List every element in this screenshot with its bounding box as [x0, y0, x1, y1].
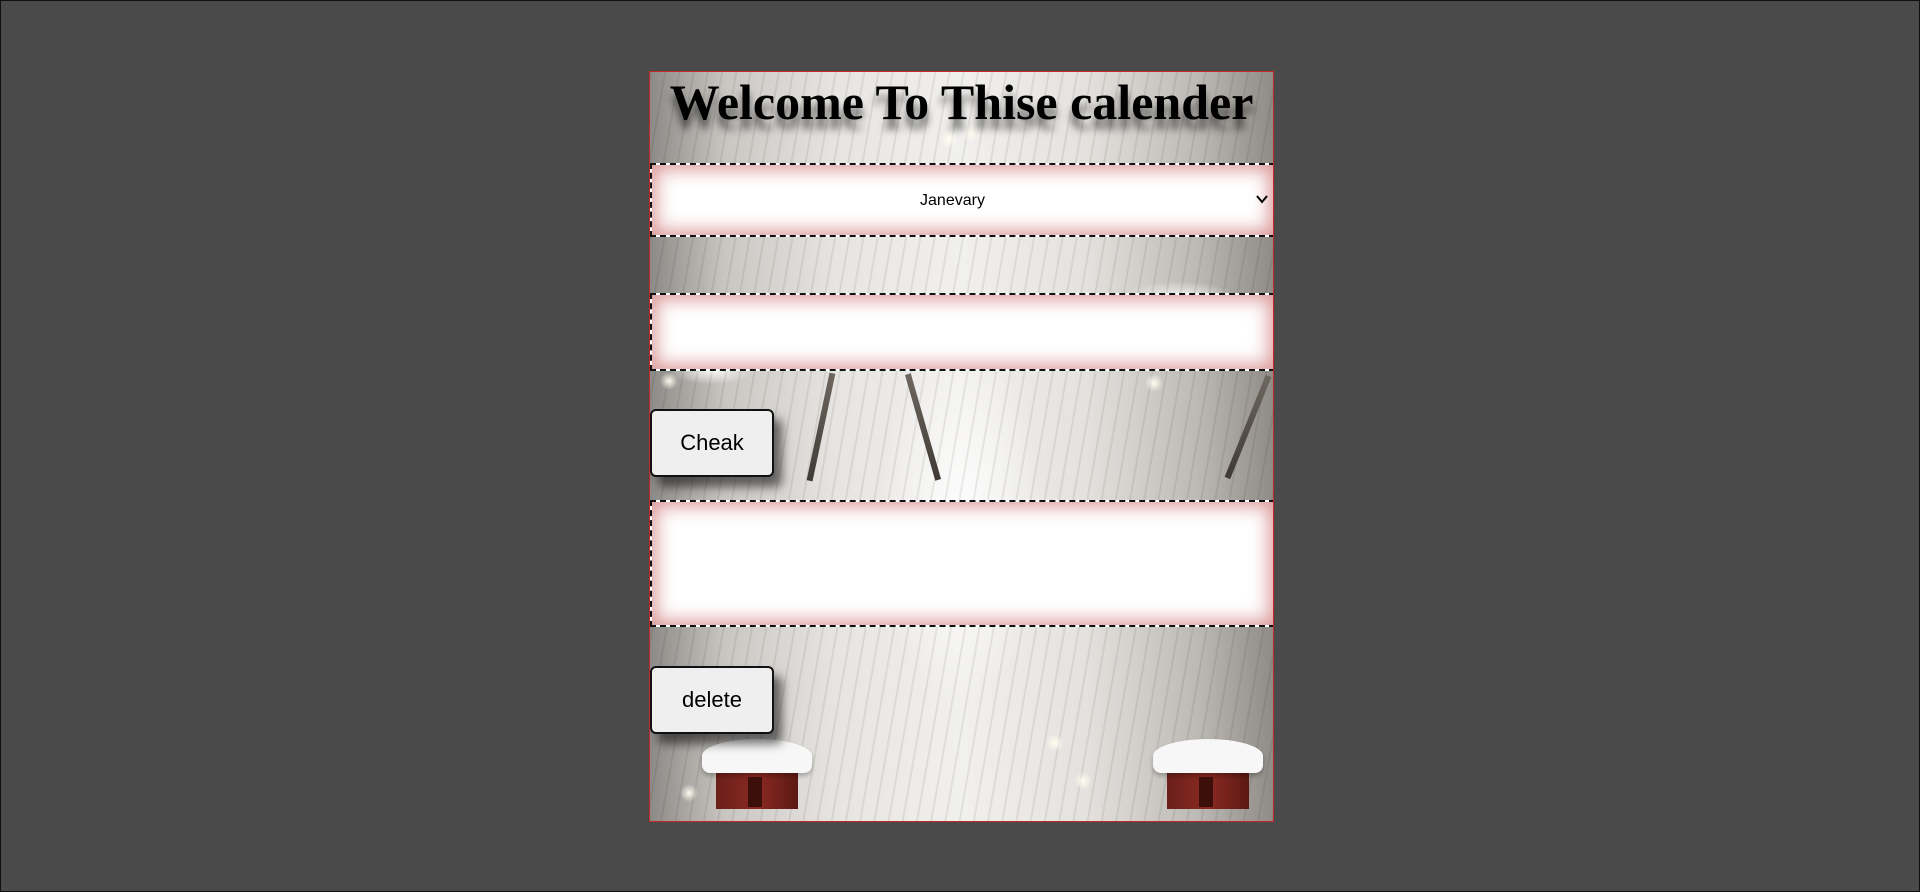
date-input[interactable] — [652, 295, 1273, 369]
delete-button[interactable]: delete — [650, 666, 774, 734]
date-input-band — [650, 293, 1273, 371]
snow-cabin-right — [1153, 739, 1263, 809]
snow-bokeh — [1074, 772, 1092, 790]
rail-track — [904, 373, 942, 481]
snow-bokeh — [660, 372, 678, 390]
month-select-band: Janevary — [650, 163, 1273, 237]
result-output-band — [650, 500, 1273, 627]
snow-bokeh — [1046, 734, 1064, 752]
snow-cabin-left — [702, 739, 812, 809]
result-output[interactable] — [652, 502, 1273, 625]
snow-bokeh — [940, 130, 958, 148]
rail-track — [1224, 374, 1272, 480]
snow-bokeh — [1145, 374, 1163, 392]
rail-track — [806, 372, 836, 482]
check-button[interactable]: Cheak — [650, 409, 774, 477]
snow-bokeh — [680, 784, 698, 802]
page-title: Welcome To Thise calender — [669, 74, 1254, 130]
calendar-panel: Welcome To Thise calender Janevary Cheak… — [649, 71, 1274, 822]
month-select[interactable]: Janevary — [652, 165, 1273, 235]
